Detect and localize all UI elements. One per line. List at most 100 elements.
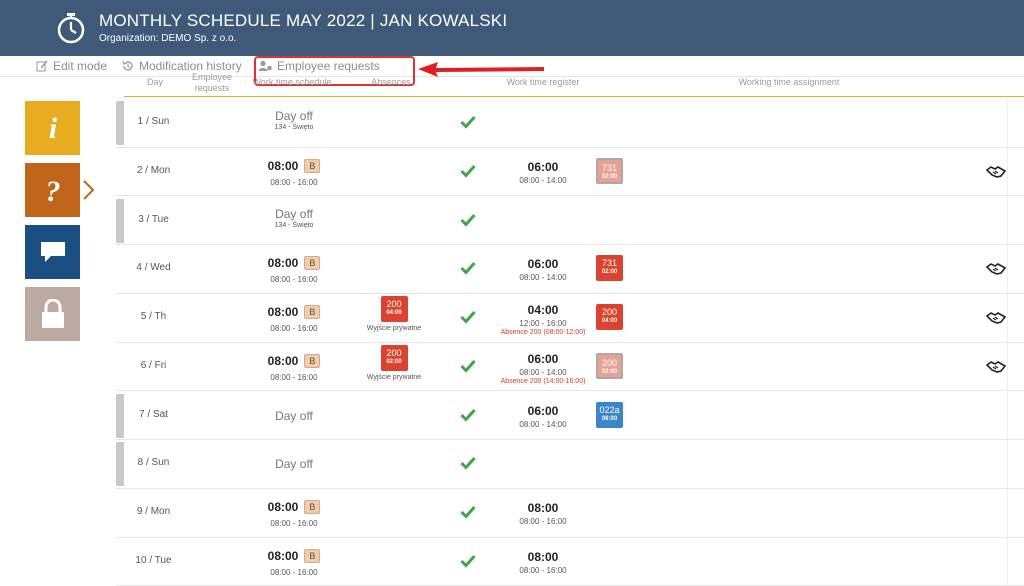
day-cell: 4 / Wed (136, 262, 171, 274)
assignment-code: 731 (601, 258, 618, 269)
assignment-code-badge[interactable]: 022a 06:00 (596, 401, 623, 428)
register-time: 08:00 (527, 501, 559, 515)
absence-cell[interactable]: 200 02:00 Wyjście prywatne (354, 344, 434, 381)
schedule-cell[interactable]: Day off (254, 440, 334, 471)
handshake-icon[interactable] (986, 360, 1006, 374)
check-icon (460, 262, 476, 275)
edit-mode-button[interactable]: Edit mode (36, 59, 107, 73)
schedule-cell[interactable]: Day off 134 - Święto (254, 197, 334, 229)
table-row[interactable]: 1 / Sun Day off 134 - Święto (116, 99, 1024, 148)
register-hours: 08:00 - 14:00 (519, 419, 567, 429)
assignment-duration: 02:00 (601, 269, 618, 276)
assignment-duration: 02:00 (601, 173, 618, 180)
assignment-cell[interactable]: 022a 06:00 (596, 401, 623, 428)
register-cell[interactable]: 06:00 08:00 - 14:00 (503, 148, 583, 185)
check-icon (460, 164, 476, 178)
register-time: 06:00 (527, 403, 559, 418)
assignment-cell[interactable]: 200 02:00 (596, 352, 623, 379)
schedule-badge: B (304, 353, 321, 368)
register-absence-note: Absence 200 (08:00-12:00) (500, 329, 586, 336)
register-cell[interactable]: 06:00 08:00 - 14:00 Absence 200 (14:00-16:… (501, 343, 586, 385)
check-icon (460, 554, 476, 568)
register-cell[interactable]: 06:00 08:00 - 14:00 (503, 245, 583, 282)
schedule-cell[interactable]: 08:00 B 08:00 - 16:00 (254, 148, 334, 187)
row-divider (1007, 245, 1008, 293)
edit-icon (36, 60, 48, 72)
assignment-duration: 06:00 (601, 415, 618, 422)
schedule-badge: B (304, 305, 321, 319)
day-cell: 6 / Fri (140, 359, 167, 371)
absence-code-badge[interactable]: 200 04:00 (380, 296, 408, 322)
table-row[interactable]: 10 / Tue 08:00 B 08:00 - 16:00 08:00 08:00 - … (116, 537, 1024, 586)
day-cell: 9 / Mon (136, 506, 171, 517)
day-cell: 1 / Sun (137, 116, 170, 127)
schedule-cell[interactable]: 08:00 B 08:00 - 16:00 (254, 489, 334, 528)
absence-code-badge[interactable]: 200 02:00 (380, 344, 408, 371)
holiday-label: 134 - Święto (274, 124, 314, 131)
absence-duration: 02:00 (386, 358, 402, 365)
table-row[interactable]: 3 / Tue Day off 134 - Święto (116, 196, 1024, 246)
assignment-cell[interactable]: 731 02:00 (596, 255, 623, 282)
register-time: 06:00 (527, 257, 559, 272)
register-hours: 12:00 - 16:00 (519, 319, 567, 328)
chevron-right-icon (83, 180, 95, 200)
table-row[interactable]: 5 / Th 08:00 B 08:00 - 16:00 200 04:00 Wyjście… (116, 294, 1024, 343)
day-cell: 2 / Mon (136, 164, 171, 176)
schedule-cell[interactable]: Day off (254, 392, 334, 423)
absence-code: 200 (386, 299, 402, 309)
assignment-code-badge[interactable]: 731 02:00 (596, 157, 623, 184)
table-row[interactable]: 6 / Fri 08:00 B 08:00 - 16:00 200 02:00 Wyjści… (116, 342, 1024, 392)
assignment-cell[interactable]: 731 02:00 (596, 157, 623, 184)
handshake-icon[interactable] (986, 165, 1006, 179)
assignment-duration: 04:00 (601, 318, 618, 324)
check-icon (460, 505, 476, 519)
modification-history-button[interactable]: Modification history (122, 59, 242, 73)
day-off-label: Day off (275, 109, 313, 123)
register-cell[interactable]: 08:00 08:00 - 16:00 (503, 538, 583, 575)
table-row[interactable]: 8 / Sun Day off (116, 440, 1024, 489)
schedule-hours: 08:00 - 16:00 (270, 372, 318, 382)
row-divider (1007, 489, 1008, 537)
check-icon (460, 408, 476, 422)
schedule-badge: B (304, 500, 321, 514)
schedule-badge: B (304, 158, 321, 173)
absence-cell[interactable]: 200 04:00 Wyjście prywatne (354, 296, 434, 332)
table-row[interactable]: 2 / Mon 08:00 B 08:00 - 16:00 06:00 08:00 - 1… (116, 147, 1024, 197)
table-row[interactable]: 4 / Wed 08:00 B 08:00 - 16:00 06:00 08:00 - 1… (116, 245, 1024, 294)
lock-button[interactable] (25, 287, 80, 341)
schedule-time: 08:00 (267, 500, 299, 514)
register-absence-note: Absence 200 (14:00-16:00) (500, 377, 586, 385)
table-row[interactable]: 9 / Mon 08:00 B 08:00 - 16:00 08:00 08:00 - 1… (116, 489, 1024, 538)
question-button[interactable]: ? (25, 163, 80, 217)
row-divider (1007, 342, 1008, 391)
check-icon (460, 115, 476, 129)
schedule-cell[interactable]: 08:00 B 08:00 - 16:00 (254, 294, 334, 333)
assignment-duration: 02:00 (601, 368, 618, 375)
schedule-cell[interactable]: 08:00 B 08:00 - 16:00 (254, 343, 334, 382)
handshake-icon[interactable] (986, 262, 1006, 276)
row-divider (1007, 294, 1008, 342)
chat-button[interactable] (25, 225, 80, 279)
register-time: 06:00 (527, 351, 559, 366)
assignment-code-badge[interactable]: 731 02:00 (596, 255, 623, 282)
schedule-cell[interactable]: 08:00 B 08:00 - 16:00 (254, 245, 334, 284)
assignment-code-badge[interactable]: 200 02:00 (596, 352, 623, 379)
organization-label: Organization: DEMO Sp. z o.o. (99, 33, 237, 44)
col-work-time-register: Work time register (506, 77, 580, 87)
schedule-badge: B (304, 256, 321, 271)
schedule-hours: 08:00 - 16:00 (270, 275, 318, 285)
assignment-code-badge[interactable]: 200 04:00 (596, 304, 623, 330)
day-cell: 3 / Tue (138, 213, 169, 225)
schedule-time: 08:00 (267, 353, 299, 368)
info-button[interactable]: i (25, 101, 80, 155)
schedule-cell[interactable]: Day off 134 - Święto (254, 99, 334, 131)
schedule-cell[interactable]: 08:00 B 08:00 - 16:00 (254, 538, 334, 577)
table-row[interactable]: 7 / Sat Day off 06:00 08:00 - 14:00 022a 06:0… (116, 391, 1024, 441)
register-time: 04:00 (527, 303, 559, 317)
register-cell[interactable]: 04:00 12:00 - 16:00 Absence 200 (08:00-12:… (501, 294, 586, 336)
register-cell[interactable]: 08:00 08:00 - 16:00 (503, 489, 583, 526)
register-hours: 08:00 - 16:00 (519, 517, 567, 526)
register-cell[interactable]: 06:00 08:00 - 14:00 (503, 392, 583, 429)
handshake-icon[interactable] (986, 311, 1006, 325)
assignment-cell[interactable]: 200 04:00 (596, 304, 623, 330)
